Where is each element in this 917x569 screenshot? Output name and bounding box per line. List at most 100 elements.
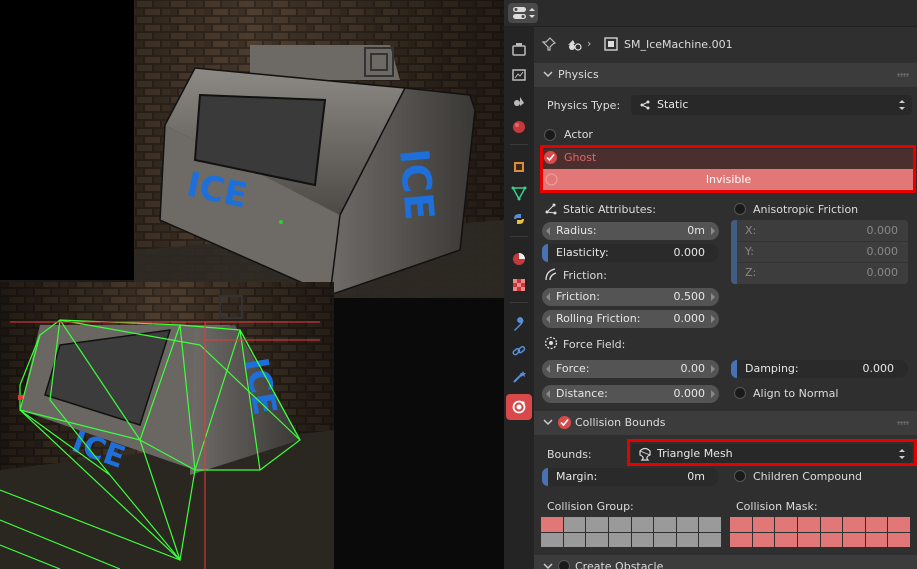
actor-checkbox[interactable] (544, 129, 556, 141)
static-attributes-label: Static Attributes: (563, 203, 656, 216)
collision-group-layer-10[interactable] (563, 532, 586, 547)
tab-texture[interactable] (506, 272, 532, 298)
tab-logic[interactable] (506, 206, 532, 232)
aniso-y-value: 0.000 (866, 245, 899, 258)
collision-mask-layer-10[interactable] (752, 532, 775, 547)
create-obstacle-panel-header[interactable]: Create Obstacle (534, 555, 917, 569)
margin-field[interactable]: Margin: 0m (542, 468, 719, 486)
friction-section-label: Friction: (563, 269, 607, 282)
collision-group-layer-5[interactable] (631, 517, 654, 532)
object-data-icon (568, 40, 582, 51)
collision-group-layer-14[interactable] (654, 532, 676, 547)
collision-group-layer-12[interactable] (608, 532, 631, 547)
rolling-friction-field[interactable]: Rolling Friction: 0.000 (542, 310, 719, 328)
object-properties-icon (514, 162, 524, 172)
aniso-z-value: 0.000 (866, 266, 899, 279)
collision-mask-layer-5[interactable] (820, 517, 843, 532)
anisotropic-friction-label: Anisotropic Friction (753, 203, 859, 216)
collision-mask-layer-15[interactable] (865, 532, 888, 547)
elasticity-field[interactable]: Elasticity: 0.000 (542, 244, 719, 262)
drag-grip-icon[interactable] (897, 421, 909, 425)
collision-group-layer-11[interactable] (586, 532, 608, 547)
collision-group-layer-7[interactable] (676, 517, 699, 532)
bounds-label: Bounds: (547, 448, 592, 461)
anisotropic-friction-checkbox[interactable] (734, 203, 746, 215)
collision-group-layer-16[interactable] (699, 532, 721, 547)
collision-mask-layer-1[interactable] (730, 517, 752, 532)
tab-output[interactable] (506, 88, 532, 114)
tab-render[interactable] (506, 62, 532, 88)
collision-mask-layer-11[interactable] (775, 532, 797, 547)
anisotropic-xyz-group: X: 0.000 Y: 0.000 Z: 0.000 (731, 220, 908, 284)
collision-mask-layer-6[interactable] (843, 517, 865, 532)
physics-type-value: Static (657, 98, 689, 111)
collision-group-layer-1[interactable] (541, 517, 563, 532)
editor-type-icon (513, 7, 535, 19)
collision-mask-layer-7[interactable] (865, 517, 888, 532)
children-compound-checkbox[interactable] (734, 470, 746, 482)
up-down-arrows-icon (899, 100, 905, 110)
create-obstacle-checkbox[interactable] (558, 560, 570, 569)
collision-mask-layer-8[interactable] (888, 517, 910, 532)
collision-group-layer-9[interactable] (541, 532, 563, 547)
collision-group-layer-6[interactable] (654, 517, 676, 532)
tab-object[interactable] (506, 154, 532, 180)
collision-group-layer-13[interactable] (631, 532, 654, 547)
damping-field[interactable]: Damping: 0.000 (731, 360, 908, 378)
radius-field[interactable]: Radius: 0m (542, 222, 719, 240)
tab-material[interactable] (506, 246, 532, 272)
collision-mask-layer-16[interactable] (888, 532, 910, 547)
collision-group-layer-4[interactable] (608, 517, 631, 532)
collision-mask-layer-3[interactable] (775, 517, 797, 532)
tab-particles[interactable] (506, 364, 532, 390)
collision-group-grid[interactable] (541, 517, 721, 547)
collision-group-label: Collision Group: (547, 500, 634, 513)
force-field-input[interactable]: Force: 0.00 (542, 360, 719, 378)
collision-bounds-panel-header[interactable]: Collision Bounds (534, 411, 917, 435)
collision-mask-layer-13[interactable] (820, 532, 843, 547)
tool-icon (512, 43, 526, 56)
actor-label: Actor (564, 128, 593, 141)
tab-world[interactable] (506, 114, 532, 140)
collision-group-layer-2[interactable] (563, 517, 586, 532)
collision-group-layer-15[interactable] (676, 532, 699, 547)
tab-tool[interactable] (506, 36, 532, 62)
collision-mask-grid[interactable] (730, 517, 910, 547)
collision-group-layer-3[interactable] (586, 517, 608, 532)
object-icon (604, 37, 618, 51)
properties-tab-strip (504, 27, 534, 569)
drag-grip-icon[interactable] (897, 73, 909, 77)
collision-bounds-checkbox[interactable] (558, 416, 571, 429)
texture-icon (513, 279, 525, 291)
collision-group-layer-8[interactable] (699, 517, 721, 532)
chevron-down-icon (543, 419, 553, 426)
collision-mask-layer-4[interactable] (797, 517, 820, 532)
tab-modifiers[interactable] (506, 312, 532, 338)
editor-type-button[interactable] (508, 3, 538, 23)
physics-panel-title: Physics (558, 68, 599, 81)
highlight-box-ghost (540, 145, 916, 193)
collision-mask-layer-9[interactable] (730, 532, 752, 547)
physics-type-label: Physics Type: (547, 99, 621, 112)
collision-mask-layer-12[interactable] (797, 532, 820, 547)
tab-game-physics[interactable] (506, 394, 532, 420)
render-icon (512, 69, 526, 81)
svg-text:ICE: ICE (390, 147, 442, 222)
pin-icon[interactable] (542, 37, 556, 51)
viewport-render: ICE ICE ICE ICE (0, 0, 504, 569)
collision-mask-layer-2[interactable] (752, 517, 775, 532)
align-to-normal-checkbox[interactable] (734, 387, 746, 399)
collision-mask-layer-14[interactable] (843, 532, 865, 547)
create-obstacle-title: Create Obstacle (575, 560, 664, 569)
material-icon (513, 253, 525, 265)
collision-bounds-title: Collision Bounds (575, 416, 666, 429)
friction-field[interactable]: Friction: 0.500 (542, 288, 719, 306)
3d-viewport[interactable]: ICE ICE ICE ICE (0, 0, 504, 569)
aniso-x-value: 0.000 (866, 224, 899, 237)
chevron-down-icon (543, 563, 553, 569)
physics-type-dropdown[interactable]: Static (631, 95, 912, 115)
tab-data[interactable] (506, 180, 532, 206)
tab-constraints[interactable] (506, 338, 532, 364)
distance-field[interactable]: Distance: 0.000 (542, 385, 719, 403)
physics-panel-header[interactable]: Physics (534, 63, 917, 87)
